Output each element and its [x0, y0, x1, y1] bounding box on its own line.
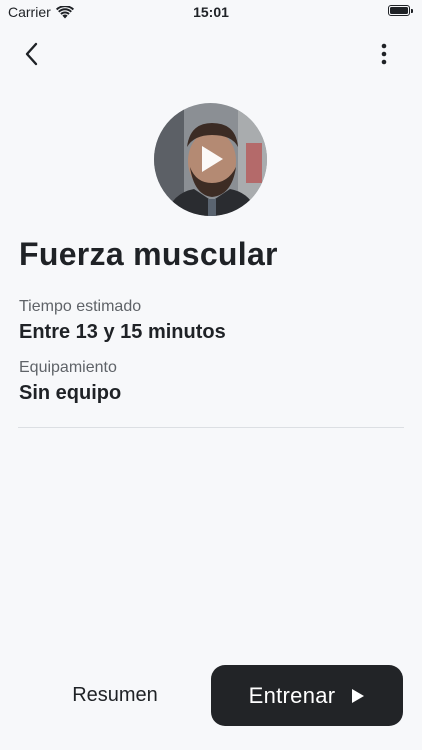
status-time: 15:01 [193, 4, 229, 20]
train-button-label: Entrenar [248, 682, 336, 708]
nav-bar [0, 36, 422, 72]
vertical-ellipsis-icon [381, 43, 387, 65]
train-button[interactable]: Entrenar [211, 665, 403, 726]
play-icon [352, 688, 365, 703]
more-options-button[interactable] [370, 40, 398, 68]
page-title: Fuerza muscular [19, 236, 278, 272]
battery-icon [388, 5, 414, 17]
divider [18, 427, 404, 428]
play-icon [202, 146, 223, 172]
back-button[interactable] [18, 40, 46, 68]
estimated-time-value: Entre 13 y 15 minutos [19, 321, 226, 343]
equipment-label: Equipamiento [19, 359, 117, 376]
estimated-time-label: Tiempo estimado [19, 298, 142, 315]
equipment-value: Sin equipo [19, 382, 122, 404]
summary-button[interactable]: Resumen [40, 665, 190, 725]
trainer-video-thumbnail[interactable] [154, 103, 267, 216]
status-bar: Carrier 15:01 [0, 0, 422, 24]
chevron-left-icon [25, 42, 38, 66]
